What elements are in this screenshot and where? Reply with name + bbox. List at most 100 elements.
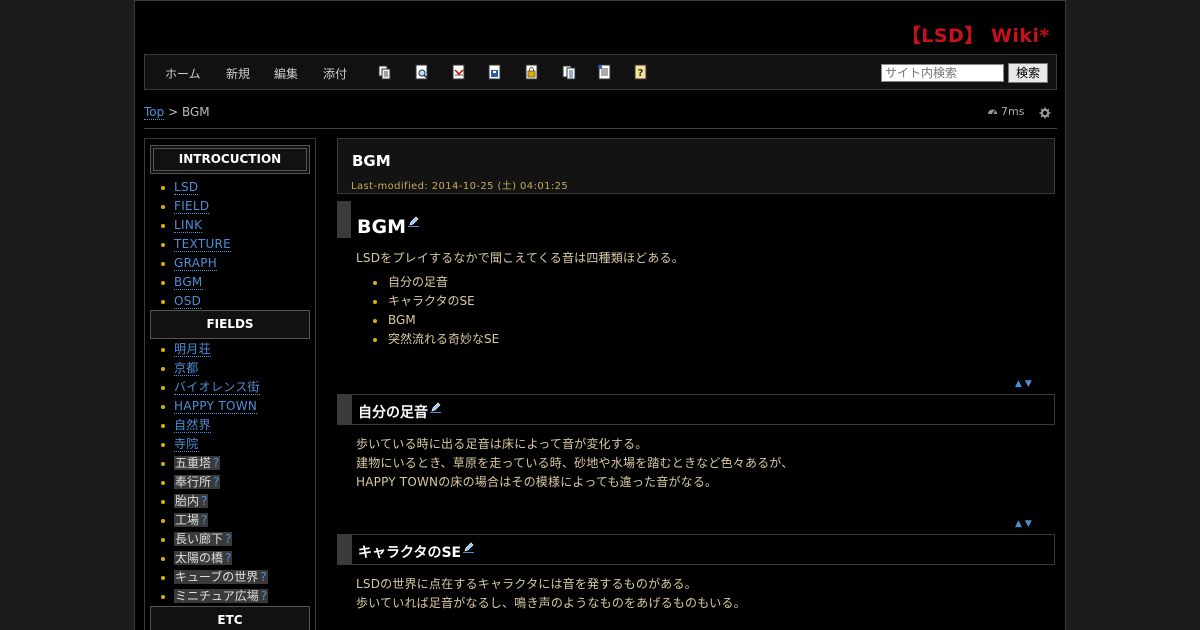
list-item: バイオレンス街: [158, 378, 268, 397]
sidebar-link[interactable]: バイオレンス街: [174, 380, 260, 395]
search-button[interactable]: 検索: [1008, 63, 1048, 83]
nav-new-link[interactable]: 新規: [226, 65, 250, 82]
section-heading-text: BGM: [357, 216, 406, 238]
create-page-link[interactable]: ?: [212, 456, 221, 470]
create-page-link[interactable]: ?: [224, 551, 233, 565]
sidebar-link[interactable]: 自然界: [174, 418, 211, 433]
sidebar-link[interactable]: LINK: [174, 218, 203, 233]
menu-heading-etc: ETC: [150, 606, 310, 630]
help-icon[interactable]: ?: [634, 64, 648, 81]
list-item: 工場?: [158, 511, 268, 530]
list-item: 五重塔?: [158, 454, 268, 473]
pencil-edit-icon[interactable]: [463, 541, 475, 553]
sidebar-link[interactable]: GRAPH: [174, 256, 218, 271]
list-icon[interactable]: [562, 64, 576, 81]
sidebar-item-graph: GRAPH: [158, 254, 231, 273]
sidebar-item-lsd: LSD: [158, 178, 231, 197]
create-page-link[interactable]: ?: [224, 532, 233, 546]
sidebar-link[interactable]: BGM: [174, 275, 203, 290]
create-page-link[interactable]: ?: [212, 475, 221, 489]
list-item: 寺院: [158, 435, 268, 454]
page-top-bottom-links[interactable]: ▲▼: [1015, 519, 1035, 529]
page-top-bottom-links[interactable]: ▲▼: [1015, 379, 1035, 389]
recent-icon[interactable]: [597, 64, 611, 81]
pencil-edit-icon[interactable]: [407, 210, 419, 227]
list-item: BGM: [373, 311, 499, 330]
diff-icon[interactable]: [452, 64, 466, 81]
sidebar-link[interactable]: 京都: [174, 361, 199, 376]
lock-icon[interactable]: [525, 64, 539, 81]
nav-attach-link[interactable]: 添付: [323, 65, 347, 82]
paragraph-line: LSDの世界に点在するキャラクタには音を発するものがある。: [356, 577, 697, 591]
intro-menu-list: LSD FIELD LINK TEXTURE GRAPH BGM OSD: [158, 178, 232, 311]
list-item: 太陽の橋?: [158, 549, 268, 568]
sidebar-link[interactable]: OSD: [174, 294, 202, 309]
sidebar-link[interactable]: TEXTURE: [174, 237, 232, 252]
page-header: BGM Last-modified: 2014-10-25 (土) 04:01:…: [337, 138, 1055, 194]
breadcrumb-top-link[interactable]: Top: [144, 105, 165, 120]
save-icon[interactable]: [488, 64, 502, 81]
sidebar-link[interactable]: FIELD: [174, 199, 210, 214]
list-item: 奉行所?: [158, 473, 268, 492]
missing-page-label: 工場: [174, 513, 201, 527]
svg-text:?: ?: [638, 68, 644, 79]
missing-page-label: 奉行所: [174, 475, 213, 489]
sidebar-link[interactable]: LSD: [174, 180, 199, 195]
sound-type-list: 自分の足音 キャラクタのSE BGM 突然流れる奇妙なSE: [373, 273, 499, 349]
list-item: 自分の足音: [373, 273, 499, 292]
copy-page-icon[interactable]: [378, 64, 392, 81]
speedometer-icon: [987, 106, 998, 116]
subsection-title: 自分の足音: [358, 401, 441, 422]
sidebar-item-link: LINK: [158, 216, 231, 235]
missing-page-label: 太陽の橋: [174, 551, 225, 565]
create-page-link[interactable]: ?: [259, 570, 268, 584]
sidebar-link[interactable]: 明月荘: [174, 342, 211, 357]
subsection-header: キャラクタのSE: [337, 534, 1055, 565]
subsection-header: 自分の足音: [337, 394, 1055, 425]
menu-heading-fields: FIELDS: [150, 310, 310, 339]
search-input[interactable]: [881, 64, 1004, 82]
heading-bar: [338, 535, 352, 564]
subsection-title-text: キャラクタのSE: [358, 545, 462, 561]
sidebar-link[interactable]: 寺院: [174, 437, 199, 452]
list-item: キャラクタのSE: [373, 292, 499, 311]
paragraph-line: 建物にいるとき、草原を走っている時、砂地や水場を踏むときなど色々あるが、: [356, 456, 794, 470]
menu-heading-introduction: INTROCUCTION: [150, 145, 310, 174]
subsection-title-text: 自分の足音: [358, 405, 428, 421]
sidebar-link[interactable]: HAPPY TOWN: [174, 399, 258, 414]
divider: [144, 128, 1057, 129]
fields-menu-list: 明月荘 京都 バイオレンス街 HAPPY TOWN 自然界 寺院 五重塔? 奉行…: [158, 340, 269, 606]
main-content: BGM Last-modified: 2014-10-25 (土) 04:01:…: [337, 138, 1055, 630]
sidebar-item-osd: OSD: [158, 292, 231, 311]
list-item: 京都: [158, 359, 268, 378]
sidebar-item-bgm: BGM: [158, 273, 231, 292]
list-item: HAPPY TOWN: [158, 397, 268, 416]
site-title[interactable]: 【LSD】 Wiki*: [902, 21, 1050, 48]
intro-paragraph: LSDをプレイするなかで聞こえてくる音は四種類ほどある。: [356, 251, 684, 265]
breadcrumb: Top > BGM: [144, 105, 210, 120]
missing-page-label: 五重塔: [174, 456, 213, 470]
missing-page-label: ミニチュア広場: [174, 589, 260, 603]
list-item: 自然界: [158, 416, 268, 435]
search-page-icon[interactable]: [415, 64, 429, 81]
sidebar-item-texture: TEXTURE: [158, 235, 232, 254]
paragraph-line: HAPPY TOWNの床の場合はその模様によっても違った音がなる。: [356, 475, 718, 489]
paragraph-line: 歩いている時に出る足音は床によって音が変化する。: [356, 437, 648, 451]
last-modified: Last-modified: 2014-10-25 (土) 04:01:25: [351, 181, 569, 192]
create-page-link[interactable]: ?: [200, 494, 209, 508]
page-title: BGM: [352, 152, 391, 170]
pencil-edit-icon[interactable]: [430, 401, 441, 413]
nav-edit-link[interactable]: 編集: [274, 65, 298, 82]
create-page-link[interactable]: ?: [200, 513, 209, 527]
nav-home-link[interactable]: ホーム: [165, 65, 201, 82]
list-item: ミニチュア広場?: [158, 587, 269, 606]
render-time-value: 7ms: [1001, 105, 1025, 118]
heading-bar: [338, 395, 352, 424]
subsection-title: キャラクタのSE: [358, 541, 475, 562]
create-page-link[interactable]: ?: [259, 589, 269, 603]
gear-icon[interactable]: [1039, 104, 1051, 119]
page-wrapper: 【LSD】 Wiki* ホーム 新規 編集 添付 ? 検索: [134, 0, 1066, 630]
list-item: 胎内?: [158, 492, 268, 511]
sidebar-item-field: FIELD: [158, 197, 231, 216]
missing-page-label: 胎内: [174, 494, 201, 508]
